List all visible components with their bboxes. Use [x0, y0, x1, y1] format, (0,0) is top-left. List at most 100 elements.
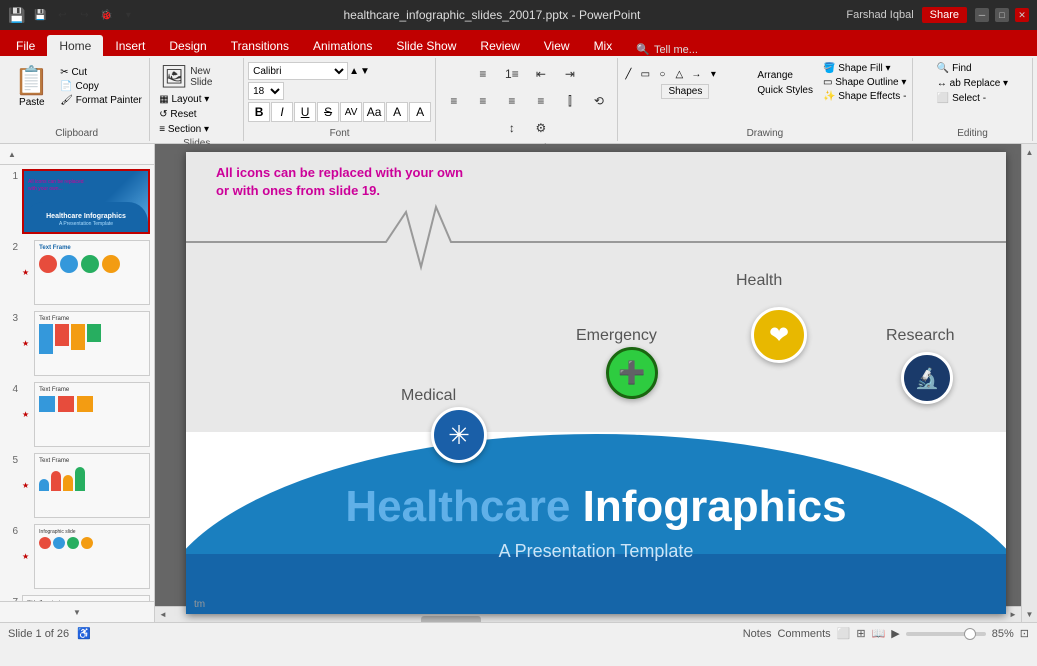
- font-family-select[interactable]: Calibri: [248, 62, 348, 80]
- tab-animations[interactable]: Animations: [301, 35, 384, 56]
- scroll-right-arrow[interactable]: ►: [1005, 607, 1021, 623]
- line-spacing-button[interactable]: ↕: [498, 116, 526, 140]
- slide-panel-up-arrow[interactable]: ▲: [4, 146, 20, 162]
- slide-canvas[interactable]: All icons can be replaced with your own …: [186, 152, 1006, 614]
- section-button[interactable]: ≡ Section ▾: [156, 123, 212, 136]
- notes-button[interactable]: Notes: [743, 628, 772, 640]
- increase-indent-button[interactable]: ⇥: [556, 62, 584, 86]
- font-color-button[interactable]: A: [386, 102, 408, 122]
- slide-panel-scroll[interactable]: 1 All icons can be replacedwith your own…: [0, 165, 154, 601]
- align-justify-button[interactable]: ≡: [527, 89, 555, 113]
- decrease-indent-button[interactable]: ⇤: [527, 62, 555, 86]
- reading-view-icon[interactable]: 📖: [872, 627, 886, 640]
- shape-oval[interactable]: ○: [654, 66, 670, 82]
- new-slide-button[interactable]: 🖼 New Slide: [156, 62, 237, 92]
- char-spacing-button[interactable]: AV: [340, 102, 362, 122]
- shape-tri[interactable]: △: [671, 66, 687, 82]
- font-size-toggle[interactable]: Aa: [363, 102, 385, 122]
- align-right-button[interactable]: ≡: [498, 89, 526, 113]
- zoom-slider[interactable]: [906, 632, 986, 636]
- slide-preview-7[interactable]: Slide 7 content: [22, 595, 150, 601]
- tab-home[interactable]: Home: [47, 35, 103, 56]
- slide-preview-1[interactable]: All icons can be replacedwith your own..…: [22, 169, 150, 234]
- slide-panel-down-arrow[interactable]: ▼: [69, 604, 85, 620]
- text-direction-button[interactable]: ⟲: [585, 89, 613, 113]
- share-button[interactable]: Share: [922, 7, 967, 23]
- shape-line[interactable]: ╱: [620, 66, 636, 82]
- italic-button[interactable]: I: [271, 102, 293, 122]
- shapes-button[interactable]: Shapes: [661, 84, 709, 99]
- tab-transitions[interactable]: Transitions: [219, 35, 301, 56]
- minimize-button[interactable]: ─: [975, 8, 989, 22]
- tab-file[interactable]: File: [4, 35, 47, 56]
- align-center-button[interactable]: ≡: [469, 89, 497, 113]
- tab-view[interactable]: View: [532, 35, 582, 56]
- comments-button[interactable]: Comments: [777, 628, 830, 640]
- slide-thumb-1[interactable]: 1 All icons can be replacedwith your own…: [4, 169, 150, 234]
- convert-smartart-button[interactable]: ⚙: [527, 116, 555, 140]
- tab-review[interactable]: Review: [468, 35, 531, 56]
- slide-preview-6[interactable]: Infographic slide: [34, 524, 150, 589]
- scroll-up-arrow[interactable]: ▲: [1022, 144, 1037, 160]
- underline-button[interactable]: U: [294, 102, 316, 122]
- debug-btn[interactable]: 🐞: [97, 6, 115, 24]
- save-btn[interactable]: 💾: [31, 6, 49, 24]
- scroll-left-arrow[interactable]: ◄: [155, 607, 171, 623]
- columns-button[interactable]: ⫿: [556, 89, 584, 113]
- tab-slideshow[interactable]: Slide Show: [384, 35, 468, 56]
- font-size-down[interactable]: ▼: [360, 66, 370, 77]
- scroll-down-arrow[interactable]: ▼: [1022, 606, 1037, 622]
- redo-btn[interactable]: ↪: [75, 6, 93, 24]
- slide-thumb-4[interactable]: 4 ★ Text Frame: [4, 382, 150, 447]
- slide-sorter-icon[interactable]: ⊞: [856, 627, 865, 640]
- slide-preview-3[interactable]: Text Frame: [34, 311, 150, 376]
- copy-button[interactable]: 📄 Copy: [57, 80, 145, 93]
- slide-thumb-6[interactable]: 6 ★ Infographic slide: [4, 524, 150, 589]
- tell-me-input[interactable]: Tell me...: [654, 44, 698, 56]
- emergency-icon-circle[interactable]: ➕: [606, 347, 658, 399]
- font-size-up[interactable]: ▲: [349, 66, 359, 77]
- undo-btn[interactable]: ↩: [53, 6, 71, 24]
- health-icon-circle[interactable]: ❤: [751, 307, 807, 363]
- slideshow-view-icon[interactable]: ▶: [891, 627, 899, 640]
- arrange-button[interactable]: Arrange: [754, 69, 816, 82]
- tab-mix[interactable]: Mix: [582, 35, 625, 56]
- normal-view-icon[interactable]: ⬜: [837, 627, 851, 640]
- font-size-select[interactable]: 18: [248, 82, 284, 100]
- slide-thumb-2[interactable]: 2 ★ Text Frame: [4, 240, 150, 305]
- select-button[interactable]: ⬜ Select -: [934, 92, 989, 105]
- fit-to-window-button[interactable]: ⊡: [1020, 627, 1029, 640]
- canvas-scrollbar-vertical[interactable]: ▲ ▼: [1021, 144, 1037, 622]
- slide-thumb-3[interactable]: 3 ★ Text Frame: [4, 311, 150, 376]
- close-button[interactable]: ✕: [1015, 8, 1029, 22]
- paste-button[interactable]: 📋 Paste: [8, 62, 55, 110]
- shape-fill-button[interactable]: 🪣 Shape Fill ▾: [820, 62, 909, 75]
- slide-preview-5[interactable]: Text Frame: [34, 453, 150, 518]
- layout-button[interactable]: ▦ Layout ▾: [156, 93, 212, 106]
- tab-insert[interactable]: Insert: [103, 35, 157, 56]
- accessibility-icon[interactable]: ♿: [77, 627, 91, 640]
- slide-thumb-7[interactable]: 7 Slide 7 content: [4, 595, 150, 601]
- tab-design[interactable]: Design: [157, 35, 218, 56]
- bold-button[interactable]: B: [248, 102, 270, 122]
- strikethrough-button[interactable]: S: [317, 102, 339, 122]
- shape-more[interactable]: ▾: [705, 66, 721, 82]
- reset-button[interactable]: ↺ Reset: [156, 108, 212, 121]
- slide-thumb-5[interactable]: 5 ★ Text Frame: [4, 453, 150, 518]
- zoom-thumb[interactable]: [964, 628, 976, 640]
- find-button[interactable]: 🔍 Find: [934, 62, 975, 75]
- align-left-button[interactable]: ≡: [440, 89, 468, 113]
- shape-outline-button[interactable]: ▭ Shape Outline ▾: [820, 76, 909, 89]
- replace-button[interactable]: ↔ ab Replace ▾: [934, 77, 1011, 90]
- clear-format-button[interactable]: A: [409, 102, 431, 122]
- shape-effects-button[interactable]: ✨ Shape Effects -: [820, 90, 909, 103]
- window-controls[interactable]: ─ □ ✕: [975, 8, 1029, 22]
- slide-preview-2[interactable]: Text Frame: [34, 240, 150, 305]
- dropdown-btn[interactable]: ▾: [119, 6, 137, 24]
- maximize-button[interactable]: □: [995, 8, 1009, 22]
- scroll-thumb-h[interactable]: [421, 616, 481, 623]
- shape-rect[interactable]: ▭: [637, 66, 653, 82]
- numbering-button[interactable]: 1≡: [498, 62, 526, 86]
- format-painter-button[interactable]: 🖌 Format Painter: [57, 94, 145, 107]
- research-icon-circle[interactable]: 🔬: [901, 352, 953, 404]
